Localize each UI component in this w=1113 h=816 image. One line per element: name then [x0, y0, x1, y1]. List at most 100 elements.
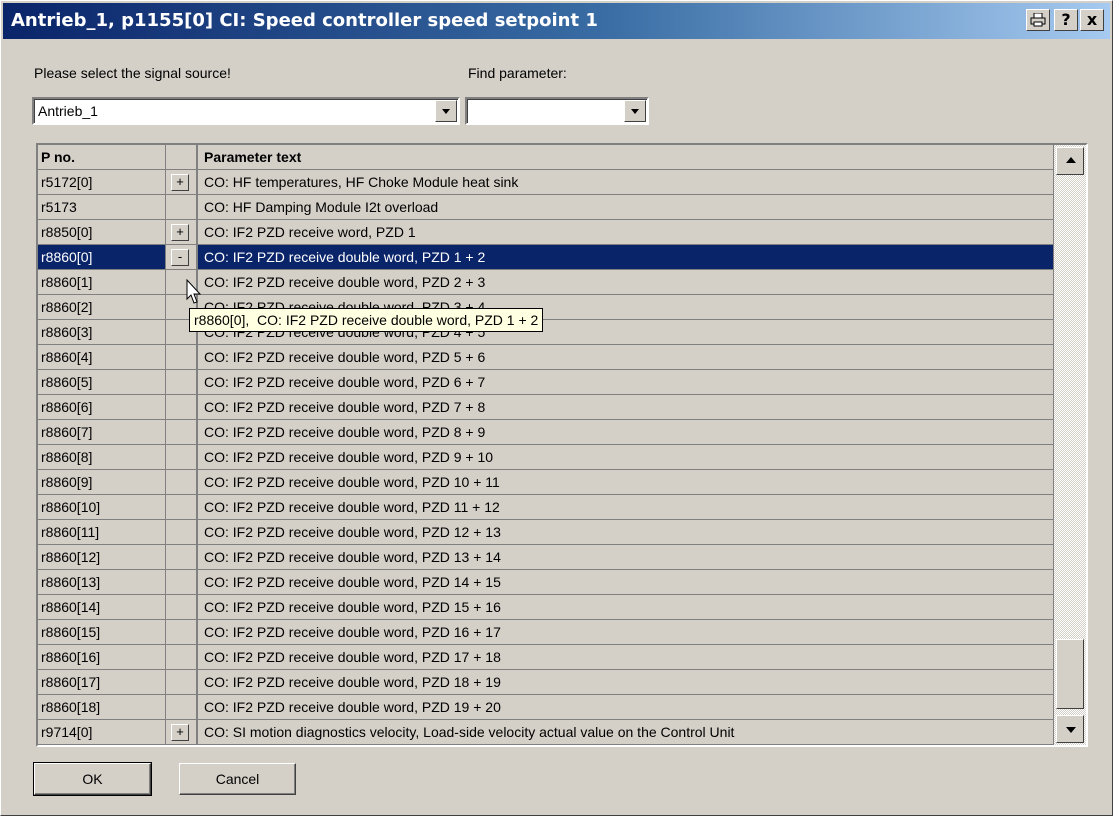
cell-parameter-text[interactable]: CO: IF2 PZD receive double word, PZD 1 +…	[197, 245, 1054, 270]
parameter-table: P no. Parameter text r5172[0] + CO: HF tem…	[38, 145, 1054, 745]
column-header-pno[interactable]: P no.	[38, 145, 166, 170]
vertical-scrollbar[interactable]	[1054, 145, 1086, 745]
table-row[interactable]: r8860[10] CO: IF2 PZD receive double word…	[38, 495, 1054, 520]
cell-parameter-text[interactable]: CO: SI motion diagnostics velocity, Load…	[197, 720, 1054, 745]
help-button[interactable]: ?	[1054, 9, 1078, 31]
cell-pno[interactable]: r8860[7]	[38, 420, 166, 445]
cell-pno[interactable]: r8860[15]	[38, 620, 166, 645]
table-row[interactable]: r5172[0] + CO: HF temperatures, HF Choke M…	[38, 170, 1054, 195]
signal-source-label: Please select the signal source!	[34, 65, 231, 81]
cell-pno[interactable]: r8860[0]	[38, 245, 166, 270]
cell-expand	[166, 470, 197, 495]
table-row[interactable]: r8860[17] CO: IF2 PZD receive double word…	[38, 670, 1054, 695]
cancel-button[interactable]: Cancel	[179, 763, 296, 795]
cell-parameter-text[interactable]: CO: IF2 PZD receive double word, PZD 10 …	[197, 470, 1054, 495]
cell-parameter-text[interactable]: CO: IF2 PZD receive word, PZD 1	[197, 220, 1054, 245]
cell-expand: +	[166, 220, 197, 245]
cell-parameter-text[interactable]: CO: IF2 PZD receive double word, PZD 18 …	[197, 670, 1054, 695]
parameter-dialog: Antrieb_1, p1155[0] CI: Speed controller…	[0, 0, 1113, 816]
cell-pno[interactable]: r5173	[38, 195, 166, 220]
cell-pno[interactable]: r8860[13]	[38, 570, 166, 595]
cell-parameter-text[interactable]: CO: IF2 PZD receive double word, PZD 12 …	[197, 520, 1054, 545]
table-row[interactable]: r8860[14] CO: IF2 PZD receive double word…	[38, 595, 1054, 620]
table-row[interactable]: r8860[7] CO: IF2 PZD receive double word,…	[38, 420, 1054, 445]
cell-pno[interactable]: r8860[1]	[38, 270, 166, 295]
signal-source-dropdown-button[interactable]	[435, 100, 457, 122]
title-bar: Antrieb_1, p1155[0] CI: Speed controller…	[3, 3, 1110, 39]
cell-parameter-text[interactable]: CO: IF2 PZD receive double word, PZD 6 +…	[197, 370, 1054, 395]
cell-pno[interactable]: r8860[17]	[38, 670, 166, 695]
cell-parameter-text[interactable]: CO: IF2 PZD receive double word, PZD 16 …	[197, 620, 1054, 645]
cell-parameter-text[interactable]: CO: IF2 PZD receive double word, PZD 2 +…	[197, 270, 1054, 295]
cell-pno[interactable]: r8860[10]	[38, 495, 166, 520]
cell-parameter-text[interactable]: CO: IF2 PZD receive double word, PZD 11 …	[197, 495, 1054, 520]
cell-parameter-text[interactable]: CO: IF2 PZD receive double word, PZD 7 +…	[197, 395, 1054, 420]
cell-parameter-text[interactable]: CO: IF2 PZD receive double word, PZD 19 …	[197, 695, 1054, 720]
cell-pno[interactable]: r8860[4]	[38, 345, 166, 370]
table-row[interactable]: r8860[6] CO: IF2 PZD receive double word,…	[38, 395, 1054, 420]
cell-pno[interactable]: r8860[8]	[38, 445, 166, 470]
table-row[interactable]: r8850[0] + CO: IF2 PZD receive word, PZD 1	[38, 220, 1054, 245]
cell-pno[interactable]: r8860[12]	[38, 545, 166, 570]
cell-pno[interactable]: r8850[0]	[38, 220, 166, 245]
chevron-down-icon	[631, 109, 639, 114]
signal-source-select[interactable]: Antrieb_1	[32, 97, 460, 125]
column-header-expand[interactable]	[166, 145, 197, 170]
cell-pno[interactable]: r8860[3]	[38, 320, 166, 345]
table-row[interactable]: r8860[16] CO: IF2 PZD receive double word…	[38, 645, 1054, 670]
cell-pno[interactable]: r8860[9]	[38, 470, 166, 495]
close-button[interactable]: x	[1080, 9, 1104, 31]
cell-pno[interactable]: r8860[6]	[38, 395, 166, 420]
table-row[interactable]: r8860[9] CO: IF2 PZD receive double word,…	[38, 470, 1054, 495]
ok-button[interactable]: OK	[33, 762, 152, 796]
print-button[interactable]	[1026, 9, 1050, 31]
table-row[interactable]: r8860[8] CO: IF2 PZD receive double word,…	[38, 445, 1054, 470]
scroll-up-button[interactable]	[1056, 147, 1084, 175]
table-row[interactable]: r8860[13] CO: IF2 PZD receive double word…	[38, 570, 1054, 595]
cell-parameter-text[interactable]: CO: HF Damping Module I2t overload	[197, 195, 1054, 220]
cell-expand: +	[166, 170, 197, 195]
mouse-cursor-icon	[186, 279, 202, 304]
scroll-down-button[interactable]	[1056, 715, 1084, 743]
cell-expand	[166, 620, 197, 645]
row-tooltip: r8860[0], CO: IF2 PZD receive double wor…	[189, 308, 544, 332]
table-row[interactable]: r8860[0] - CO: IF2 PZD receive double word…	[38, 245, 1054, 270]
cell-parameter-text[interactable]: CO: IF2 PZD receive double word, PZD 13 …	[197, 545, 1054, 570]
cell-pno[interactable]: r9714[0]	[38, 720, 166, 745]
cell-expand: +	[166, 720, 197, 745]
find-parameter-select[interactable]	[465, 97, 649, 125]
cell-parameter-text[interactable]: CO: IF2 PZD receive double word, PZD 15 …	[197, 595, 1054, 620]
cell-parameter-text[interactable]: CO: IF2 PZD receive double word, PZD 8 +…	[197, 420, 1054, 445]
table-row[interactable]: r8860[5] CO: IF2 PZD receive double word,…	[38, 370, 1054, 395]
table-row[interactable]: r8860[4] CO: IF2 PZD receive double word,…	[38, 345, 1054, 370]
column-header-text[interactable]: Parameter text	[197, 145, 1054, 170]
cell-parameter-text[interactable]: CO: IF2 PZD receive double word, PZD 5 +…	[197, 345, 1054, 370]
table-row[interactable]: r8860[18] CO: IF2 PZD receive double word…	[38, 695, 1054, 720]
table-row[interactable]: r5173 CO: HF Damping Module I2t overload	[38, 195, 1054, 220]
table-row[interactable]: r8860[12] CO: IF2 PZD receive double word…	[38, 545, 1054, 570]
cell-parameter-text[interactable]: CO: IF2 PZD receive double word, PZD 17 …	[197, 645, 1054, 670]
table-row[interactable]: r8860[15] CO: IF2 PZD receive double word…	[38, 620, 1054, 645]
cell-pno[interactable]: r8860[11]	[38, 520, 166, 545]
cell-pno[interactable]: r5172[0]	[38, 170, 166, 195]
expand-button[interactable]: +	[171, 724, 189, 741]
cell-pno[interactable]: r8860[2]	[38, 295, 166, 320]
cell-pno[interactable]: r8860[14]	[38, 595, 166, 620]
cell-expand	[166, 495, 197, 520]
table-row[interactable]: r8860[11] CO: IF2 PZD receive double word…	[38, 520, 1054, 545]
cell-parameter-text[interactable]: CO: IF2 PZD receive double word, PZD 9 +…	[197, 445, 1054, 470]
expand-button[interactable]: +	[171, 174, 189, 191]
cell-pno[interactable]: r8860[16]	[38, 645, 166, 670]
collapse-button[interactable]: -	[171, 249, 189, 266]
cell-parameter-text[interactable]: CO: IF2 PZD receive double word, PZD 14 …	[197, 570, 1054, 595]
arrow-up-icon	[1066, 157, 1076, 163]
expand-button[interactable]: +	[171, 224, 189, 241]
table-header: P no. Parameter text	[38, 145, 1054, 170]
cell-expand	[166, 695, 197, 720]
find-parameter-dropdown-button[interactable]	[624, 100, 646, 122]
cell-parameter-text[interactable]: CO: HF temperatures, HF Choke Module hea…	[197, 170, 1054, 195]
cell-pno[interactable]: r8860[18]	[38, 695, 166, 720]
cell-pno[interactable]: r8860[5]	[38, 370, 166, 395]
table-row[interactable]: r9714[0] + CO: SI motion diagnostics veloc…	[38, 720, 1054, 745]
scroll-thumb[interactable]	[1056, 639, 1084, 709]
